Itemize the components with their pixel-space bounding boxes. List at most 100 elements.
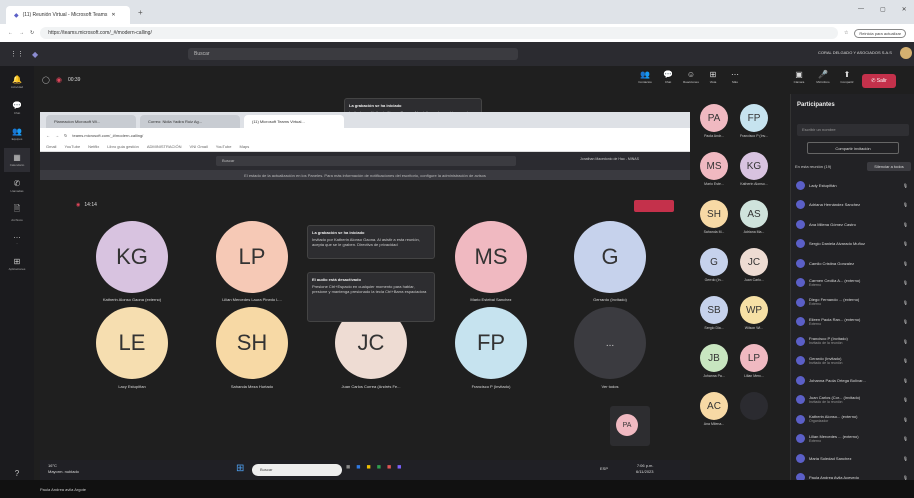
grid-view-icon: ⊞ <box>709 70 717 79</box>
participant-row[interactable]: Eileen Paola Ran... (externo) Externo 🎙 <box>792 315 912 329</box>
rail-item-calls[interactable]: ✆ Llamadas <box>4 174 30 198</box>
tile-name: Katherin Alonso Gaona (externo) <box>102 297 162 302</box>
participant-avatar <box>796 395 805 404</box>
reload-icon[interactable]: ↻ <box>30 30 34 36</box>
rail-item-more[interactable]: …... <box>4 226 30 250</box>
more-icon: ⋯ <box>731 70 739 79</box>
close-icon[interactable]: ✕ <box>111 12 115 18</box>
popup-title: La grabación se ha iniciado <box>349 103 402 108</box>
maximize-icon[interactable]: ▢ <box>880 6 886 13</box>
chat-icon: 💬 <box>12 101 22 110</box>
camera-icon: ▣ <box>795 70 803 79</box>
mic-off-icon: 🎙 <box>902 202 908 207</box>
tile-name: Mario Estebal Sanchez <box>470 297 512 302</box>
extensions-icon[interactable]: ☆ <box>844 30 848 36</box>
side-tile-avatar: JB <box>700 344 728 372</box>
rail-item-teams[interactable]: 👥 Equipos <box>4 122 30 146</box>
close-window-icon[interactable]: ✕ <box>902 6 907 13</box>
share-invite-button[interactable]: Compartir invitación <box>807 142 899 154</box>
toolbar-mic[interactable]: 🎤 Micrófono <box>810 70 836 84</box>
shared-banner: El estado de la actualización en los Pan… <box>40 170 690 180</box>
invite-input[interactable]: Escribir un nombre <box>797 124 909 136</box>
leave-button[interactable]: ✆ Salir <box>862 74 896 88</box>
mute-all-button[interactable]: Silenciar a todos <box>867 162 911 171</box>
tile-name: Sahanda Meza Hurtado <box>230 384 274 389</box>
shared-leave-button <box>634 200 674 212</box>
participant-avatar <box>796 317 805 326</box>
participant-text: Carmen Cecilia A... (externo) Externo <box>809 278 899 288</box>
update-button[interactable]: Reinicia para actualizar <box>854 28 906 38</box>
participant-row[interactable]: Sergio Daniela Alvarado Muñoz 🎙 <box>792 237 912 251</box>
mic-off-icon: 🎙 <box>902 182 908 188</box>
window-controls: — ▢ ✕ <box>858 6 907 13</box>
participant-text: Diego Fernando ... (externo) Externo <box>809 297 899 307</box>
participant-role: Externo <box>809 302 822 306</box>
more-icon: … <box>13 231 21 240</box>
shared-search: Buscar <box>216 156 516 166</box>
participant-avatar <box>796 219 805 229</box>
bottom-strip: Paula Andrea avila Argote <box>0 480 914 498</box>
side-tile-avatar: MS <box>700 152 728 180</box>
search-input[interactable]: Buscar <box>188 48 518 60</box>
toolbar-share[interactable]: ⬆ Compartir <box>834 70 860 84</box>
mic-off-icon: 🎙 <box>902 358 908 363</box>
grid-icon[interactable]: ⋮⋮ <box>10 50 24 58</box>
url-field[interactable]: https://teams.microsoft.com/_#/modern-ca… <box>40 27 838 39</box>
participant-row[interactable]: Maria Soledad Sanchez 🎙 <box>792 451 912 465</box>
toolbar-more[interactable]: ⋯ Más <box>722 70 748 84</box>
mic-off-icon: 🎙 <box>902 299 908 305</box>
recording-icon: ◉ <box>55 77 62 84</box>
participant-row[interactable]: Lady Estupiñán 🎙 <box>792 178 912 192</box>
avatar[interactable] <box>900 47 912 59</box>
rail-item-apps[interactable]: ⊞ Aplicaciones <box>4 252 30 276</box>
participant-text: Johanna Paola Ortega Bolívar... <box>809 378 899 383</box>
participant-row[interactable]: Johanna Paola Ortega Bolívar... 🎙 <box>792 373 912 387</box>
participant-row[interactable]: Camilo Cristina Gonzalez 🎙 <box>792 256 912 270</box>
participant-row[interactable]: Francisco P (Invitado) Invitado de la reu… <box>792 334 912 348</box>
participant-row[interactable]: Lilian Mercedes ... (externo) Externo 🎙 <box>792 432 912 446</box>
teams-icon: 👥 <box>12 127 22 136</box>
participant-row[interactable]: Carmen Cecilia A... (externo) Externo 🎙 <box>792 276 912 290</box>
participant-name: Adriana Hernández Sanchez <box>809 202 861 207</box>
rail-item-files[interactable]: 🗎 Archivos <box>4 200 30 224</box>
participant-row[interactable]: Katherin Alonso... (externo) Organizador 🎙 <box>792 412 912 426</box>
toolbar-camera[interactable]: ▣ Cámara <box>786 70 812 84</box>
participant-text: Francisco P (Invitado) Invitado de la reu… <box>809 336 899 346</box>
tile-avatar-kg: KG <box>96 221 168 293</box>
participant-row[interactable]: Juan Carlos (Cor... (Invitado) Invitado d… <box>792 393 912 407</box>
side-tile-name: Wilson Wi... <box>744 326 764 330</box>
tile-name: Juan Carlos Correa (Andrés Fe... <box>341 384 401 389</box>
taskbar-clock: 7:06 p.m. 6/11/2023 <box>636 463 654 474</box>
tile-name: Ver todos <box>601 384 619 389</box>
forward-icon[interactable]: → <box>19 30 24 36</box>
side-tile-avatar: WP <box>740 296 768 324</box>
participant-row[interactable]: Diego Fernando ... (externo) Externo 🎙 <box>792 295 912 309</box>
panel-title: Participantes <box>797 102 835 108</box>
rail-item-calendar[interactable]: ▦ Calendario <box>4 148 30 172</box>
rail-item-chat[interactable]: 💬 Chat <box>4 96 30 120</box>
participant-avatar <box>796 375 805 385</box>
participant-text: Ana Milena Gómez Castro <box>809 222 899 227</box>
minimize-icon[interactable]: — <box>858 6 864 13</box>
participant-row[interactable]: Adriana Hernández Sanchez 🎙 <box>792 198 912 212</box>
rail-item-activity[interactable]: 🔔 Actividad <box>4 70 30 94</box>
participant-row[interactable]: Ana Milena Gómez Castro 🎙 <box>792 217 912 231</box>
side-tile-avatar: KG <box>740 152 768 180</box>
participant-row[interactable]: Gerardo (Invitado) Invitado de la reunión… <box>792 354 912 368</box>
side-tile-avatar: SB <box>700 296 728 324</box>
small-avatar-pa: PA <box>616 414 638 436</box>
participant-role: Invitado de la reunión <box>809 399 843 404</box>
participant-text: Katherin Alonso... (externo) Organizador <box>809 414 899 424</box>
participant-role: Externo <box>809 321 822 326</box>
participant-avatar <box>796 258 805 268</box>
mic-off-icon: 🎙 <box>902 241 908 246</box>
teams-logo-icon: ◆ <box>32 49 39 59</box>
side-tile-avatar: FP <box>740 104 768 132</box>
shared-bookmarks: Gmail YouTube Netflix Libro guia gestión ADM… <box>40 142 690 152</box>
back-icon[interactable]: ← <box>8 30 13 36</box>
browser-tab-teams[interactable]: ◆ (11) Reunión Virtual - Microsoft Teams… <box>6 6 130 24</box>
bell-icon: 🔔 <box>12 75 22 84</box>
side-tile-name: Adriana Ma... <box>743 230 765 234</box>
shared-taskbar: 16°C Mayorm. nublado ⊞ Buscar ■ ■ ■ ■ ■ ■ ESP… <box>40 460 690 480</box>
new-tab-icon[interactable]: + <box>138 8 143 17</box>
